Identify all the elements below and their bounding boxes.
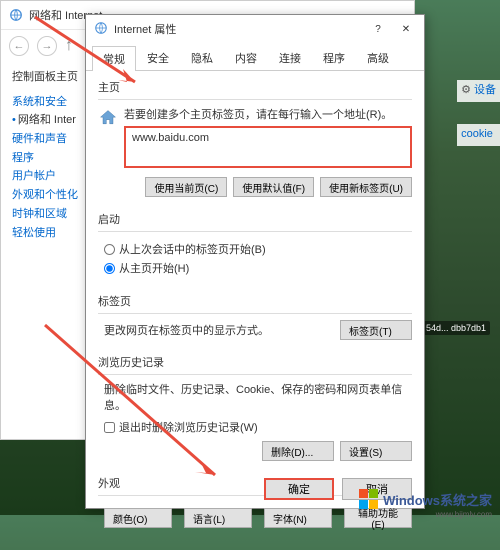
watermark-text: Windows系统之家 (383, 490, 492, 509)
tab-programs[interactable]: 程序 (312, 45, 356, 70)
network-icon (9, 8, 23, 22)
tabpage-label: 标签页 (98, 293, 412, 309)
sidebar-title: 控制面板主页 (12, 68, 78, 87)
taskbar-preview: 54d... dbb7db1 (422, 321, 490, 335)
homepage-url-input[interactable] (124, 126, 412, 168)
watermark: Windows系统之家 (359, 489, 492, 509)
hint-cookie[interactable]: cookie (457, 124, 500, 146)
internet-icon (94, 21, 108, 38)
sidebar-item-programs[interactable]: 程序 (12, 149, 78, 168)
tabpage-button[interactable]: 标签页(T) (340, 320, 412, 340)
windows-logo-icon (359, 489, 379, 509)
startup-label: 启动 (98, 211, 412, 227)
homepage-label: 主页 (98, 79, 412, 95)
sidebar-item-system[interactable]: 系统和安全 (12, 93, 78, 112)
delete-button[interactable]: 删除(D)... (262, 441, 334, 461)
use-current-button[interactable]: 使用当前页(C) (145, 177, 227, 197)
homepage-hint: 若要创建多个主页标签页，请在每行输入一个地址(R)。 (124, 106, 412, 122)
settings-button[interactable]: 设置(S) (340, 441, 412, 461)
sidebar-item-ease[interactable]: 轻松使用 (12, 224, 78, 243)
radio-last-session[interactable]: 从上次会话中的标签页开始(B) (104, 241, 412, 257)
ok-button[interactable]: 确定 (264, 478, 334, 500)
home-icon (98, 108, 118, 128)
bullet-icon: • (12, 114, 16, 126)
startup-section: 启动 从上次会话中的标签页开始(B) 从主页开始(H) (98, 211, 412, 285)
dialog-titlebar: Internet 属性 ? ✕ (86, 15, 424, 43)
sidebar-item-appearance[interactable]: 外观和个性化 (12, 186, 78, 205)
right-hints: ⚙设备 cookie (457, 80, 500, 146)
tab-advanced[interactable]: 高级 (356, 45, 400, 70)
delete-on-exit-input[interactable] (104, 422, 115, 433)
font-button[interactable]: 字体(N) (264, 508, 332, 528)
close-button[interactable]: ✕ (392, 18, 420, 40)
tab-privacy[interactable]: 隐私 (180, 45, 224, 70)
tab-content[interactable]: 内容 (224, 45, 268, 70)
dialog-tabs: 常规 安全 隐私 内容 连接 程序 高级 (86, 45, 424, 71)
tabpage-text: 更改网页在标签页中的显示方式。 (104, 322, 269, 338)
history-text: 删除临时文件、历史记录、Cookie、保存的密码和网页表单信息。 (104, 381, 412, 413)
use-default-button[interactable]: 使用默认值(F) (233, 177, 314, 197)
hint-devices[interactable]: ⚙设备 (457, 80, 500, 102)
radio-homepage-input[interactable] (104, 263, 115, 274)
gear-icon: ⚙ (461, 84, 471, 96)
language-button[interactable]: 语言(L) (184, 508, 252, 528)
dialog-title: Internet 属性 (114, 21, 176, 37)
radio-last-session-input[interactable] (104, 244, 115, 255)
radio-homepage[interactable]: 从主页开始(H) (104, 260, 412, 276)
forward-button[interactable]: → (37, 36, 57, 56)
delete-on-exit-checkbox[interactable]: 退出时删除浏览历史记录(W) (104, 419, 412, 435)
control-panel-sidebar: 控制面板主页 系统和安全 •网络和 Inter 硬件和声音 程序 用户帐户 外观… (12, 68, 78, 242)
accessibility-button[interactable]: 辅助功能(E) (344, 508, 412, 528)
back-button[interactable]: ← (9, 36, 29, 56)
tabpage-section: 标签页 更改网页在标签页中的显示方式。 标签页(T) (98, 293, 412, 346)
sidebar-item-network[interactable]: •网络和 Inter (12, 111, 78, 130)
sidebar-item-clock[interactable]: 时钟和区域 (12, 205, 78, 224)
tab-security[interactable]: 安全 (136, 45, 180, 70)
history-label: 浏览历史记录 (98, 354, 412, 370)
homepage-section: 主页 若要创建多个主页标签页，请在每行输入一个地址(R)。 使用当前页(C) 使… (98, 79, 412, 203)
tab-general[interactable]: 常规 (92, 46, 136, 71)
internet-properties-dialog: Internet 属性 ? ✕ 常规 安全 隐私 内容 连接 程序 高级 主页 … (85, 14, 425, 509)
help-button[interactable]: ? (364, 18, 392, 40)
sidebar-item-hardware[interactable]: 硬件和声音 (12, 130, 78, 149)
tab-connections[interactable]: 连接 (268, 45, 312, 70)
up-arrow-icon[interactable]: ↑ (65, 37, 73, 55)
use-newtab-button[interactable]: 使用新标签页(U) (320, 177, 412, 197)
history-section: 浏览历史记录 删除临时文件、历史记录、Cookie、保存的密码和网页表单信息。 … (98, 354, 412, 467)
color-button[interactable]: 颜色(O) (104, 508, 172, 528)
sidebar-item-users[interactable]: 用户帐户 (12, 167, 78, 186)
